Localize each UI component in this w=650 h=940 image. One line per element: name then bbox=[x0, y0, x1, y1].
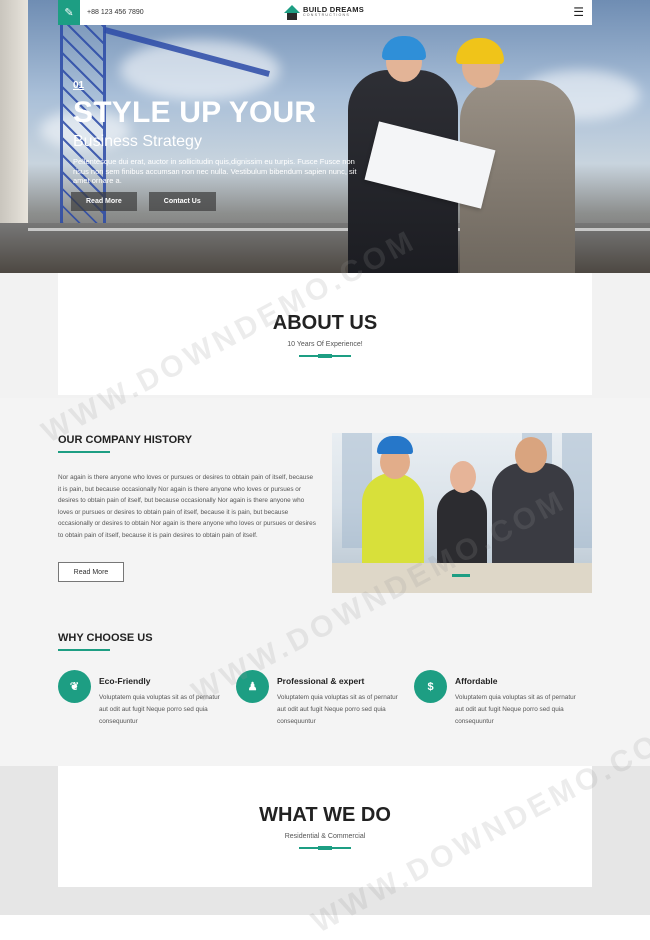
hero-subtitle: Business Strategy bbox=[73, 133, 202, 150]
feature-title: Affordable bbox=[455, 676, 498, 686]
hamburger-menu-icon[interactable]: ☰ bbox=[573, 6, 584, 18]
person-icon: ♟ bbox=[236, 670, 269, 703]
about-subtitle: 10 Years Of Experience! bbox=[287, 341, 363, 348]
worker-figure bbox=[362, 473, 424, 573]
feature-title: Professional & expert bbox=[277, 676, 365, 686]
history-divider bbox=[58, 451, 110, 453]
businessman-figure bbox=[492, 463, 574, 568]
leaf-icon: ❦ bbox=[58, 670, 91, 703]
blueprint-table bbox=[332, 563, 592, 593]
top-navbar: ✎ +88 123 456 7890 BUILD DREAMS CONSTRUC… bbox=[58, 0, 592, 25]
feature-text: Voluptatem quia voluptas sit as of perna… bbox=[455, 694, 576, 725]
blue-helmet bbox=[377, 436, 413, 454]
contact-us-button[interactable]: Contact Us bbox=[148, 192, 216, 211]
hero-buttons: Read More Contact Us bbox=[71, 192, 216, 211]
blue-helmet bbox=[382, 36, 426, 60]
phone-number[interactable]: +88 123 456 7890 bbox=[87, 9, 144, 16]
what-we-do-section: WHAT WE DO Residential & Commercial bbox=[58, 766, 592, 887]
site-logo[interactable]: BUILD DREAMS CONSTRUCTIONS bbox=[284, 3, 364, 21]
hero-paragraph: Pellentesque dui erat, auctor in sollici… bbox=[73, 157, 357, 185]
hero-title: STYLE UP YOUR bbox=[73, 96, 317, 129]
feature-professional: ♟ Professional & expert Voluptatem quia … bbox=[236, 670, 411, 730]
woman-figure bbox=[437, 488, 487, 568]
slider-dots[interactable] bbox=[452, 574, 470, 577]
team-photo bbox=[332, 433, 592, 593]
logo-subtitle: CONSTRUCTIONS bbox=[303, 13, 350, 18]
what-title: WHAT WE DO bbox=[259, 804, 391, 826]
dollar-icon: $ bbox=[414, 670, 447, 703]
feature-title: Eco-Friendly bbox=[99, 676, 151, 686]
feature-affordable: $ Affordable Voluptatem quia voluptas si… bbox=[414, 670, 589, 730]
about-section: ABOUT US 10 Years Of Experience! bbox=[58, 273, 592, 395]
logo-name: BUILD DREAMS bbox=[303, 4, 365, 14]
feature-text: Voluptatem quia voluptas sit as of perna… bbox=[277, 694, 398, 725]
hero-content: 01 STYLE UP YOUR Business Strategy Pelle… bbox=[73, 80, 358, 186]
why-title: WHY CHOOSE US bbox=[58, 632, 153, 644]
what-subtitle: Residential & Commercial bbox=[284, 833, 366, 840]
feature-eco-friendly: ❦ Eco-Friendly Voluptatem quia voluptas … bbox=[58, 670, 233, 730]
history-title: OUR COMPANY HISTORY bbox=[58, 434, 193, 446]
title-divider bbox=[299, 846, 351, 850]
why-divider bbox=[58, 649, 110, 651]
edit-icon[interactable]: ✎ bbox=[58, 0, 80, 25]
feature-text: Voluptatem quia voluptas sit as of perna… bbox=[99, 694, 220, 725]
logo-house-icon bbox=[284, 3, 300, 21]
history-paragraph: Nor again is there anyone who loves or p… bbox=[58, 474, 316, 539]
read-more-button[interactable]: Read More bbox=[71, 192, 137, 211]
yellow-helmet bbox=[456, 38, 504, 64]
history-read-more-button[interactable]: Read More bbox=[58, 562, 124, 582]
about-title: ABOUT US bbox=[272, 312, 378, 334]
title-divider bbox=[299, 354, 351, 358]
slide-number: 01 bbox=[73, 80, 85, 91]
